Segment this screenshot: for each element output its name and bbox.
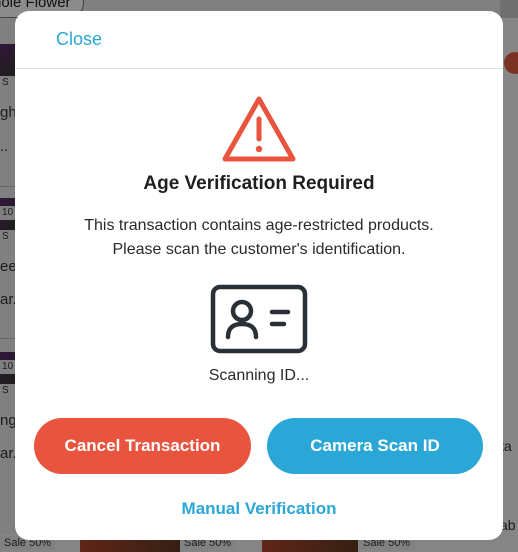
- dialog-title: Age Verification Required: [143, 173, 375, 194]
- message-line-2: Please scan the customer's identificatio…: [112, 241, 406, 258]
- message-line-1: This transaction contains age-restricted…: [84, 217, 434, 234]
- id-card-icon: [210, 284, 308, 354]
- scanning-status: Scanning ID...: [208, 367, 310, 384]
- dialog-message: This transaction contains age-restricted…: [35, 214, 483, 262]
- warning-triangle-icon: [222, 96, 296, 162]
- age-verification-dialog: Close Age Verification Required This tra…: [15, 11, 503, 540]
- manual-verification-link[interactable]: Manual Verification: [15, 499, 503, 519]
- cancel-transaction-button[interactable]: Cancel Transaction: [34, 418, 251, 474]
- dialog-header: Close: [15, 11, 503, 69]
- close-button[interactable]: Close: [56, 29, 102, 50]
- camera-scan-id-button[interactable]: Camera Scan ID: [267, 418, 483, 474]
